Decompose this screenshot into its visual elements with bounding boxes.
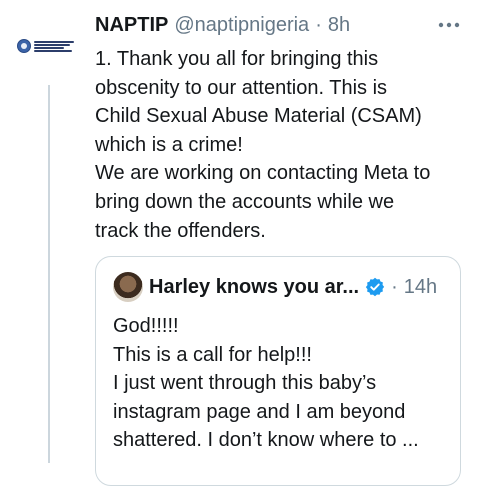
tweet-timestamp[interactable]: 8h — [328, 14, 350, 37]
quoted-text-line: God!!!!! — [113, 315, 179, 337]
author-display-name[interactable]: NAPTIP — [95, 14, 168, 37]
tweet-text-line: bring down the accounts while we — [95, 190, 395, 213]
organization-seal-icon — [17, 39, 31, 53]
tweet-text-line: track the offenders. — [95, 219, 266, 242]
tweet-text-line: which is a crime! — [95, 133, 243, 156]
quoted-tweet-header: Harley knows you ar... · 14h — [149, 273, 437, 301]
thread-connector-line — [48, 85, 50, 463]
quoted-tweet-card[interactable]: Harley knows you ar... · 14h God!!!!! Th… — [95, 256, 461, 486]
quoted-text-line: shattered. I don’t know where to ... — [113, 429, 419, 452]
verified-badge-icon — [365, 277, 385, 297]
quoted-author-avatar[interactable] — [113, 272, 143, 302]
dot-separator: · — [391, 275, 398, 298]
tweet-header: NAPTIP @naptipnigeria · 8h — [95, 12, 350, 38]
quoted-text-line: instagram page and I am beyond — [113, 400, 406, 423]
more-horizontal-icon — [438, 22, 460, 28]
quoted-text-line: I just went through this baby’s — [113, 372, 377, 395]
tweet[interactable]: NAPTIP @naptipnigeria · 8h 1. Thank you … — [0, 0, 480, 486]
tweet-text-line: Child Sexual Abuse Material (CSAM) — [95, 105, 422, 128]
quoted-text-line: This is a call for help!!! — [113, 343, 312, 366]
more-options-button[interactable] — [434, 17, 464, 33]
author-handle[interactable]: @naptipnigeria — [174, 14, 309, 37]
quoted-tweet-text: God!!!!! This is a call for help!!! I ju… — [113, 312, 453, 455]
tweet-text-line: obscenity to our attention. This is — [95, 76, 388, 99]
tweet-text: 1. Thank you all for bringing this obsce… — [95, 45, 467, 245]
dot-separator: · — [315, 13, 322, 36]
quoted-tweet-timestamp[interactable]: 14h — [404, 276, 437, 299]
naptip-avatar[interactable] — [17, 33, 79, 59]
tweet-text-line: We are working on contacting Meta to — [95, 162, 431, 185]
quoted-author-display-name[interactable]: Harley knows you ar... — [149, 276, 359, 299]
organization-name-lines — [34, 40, 74, 52]
tweet-text-line: 1. Thank you all for bringing this — [95, 48, 379, 70]
